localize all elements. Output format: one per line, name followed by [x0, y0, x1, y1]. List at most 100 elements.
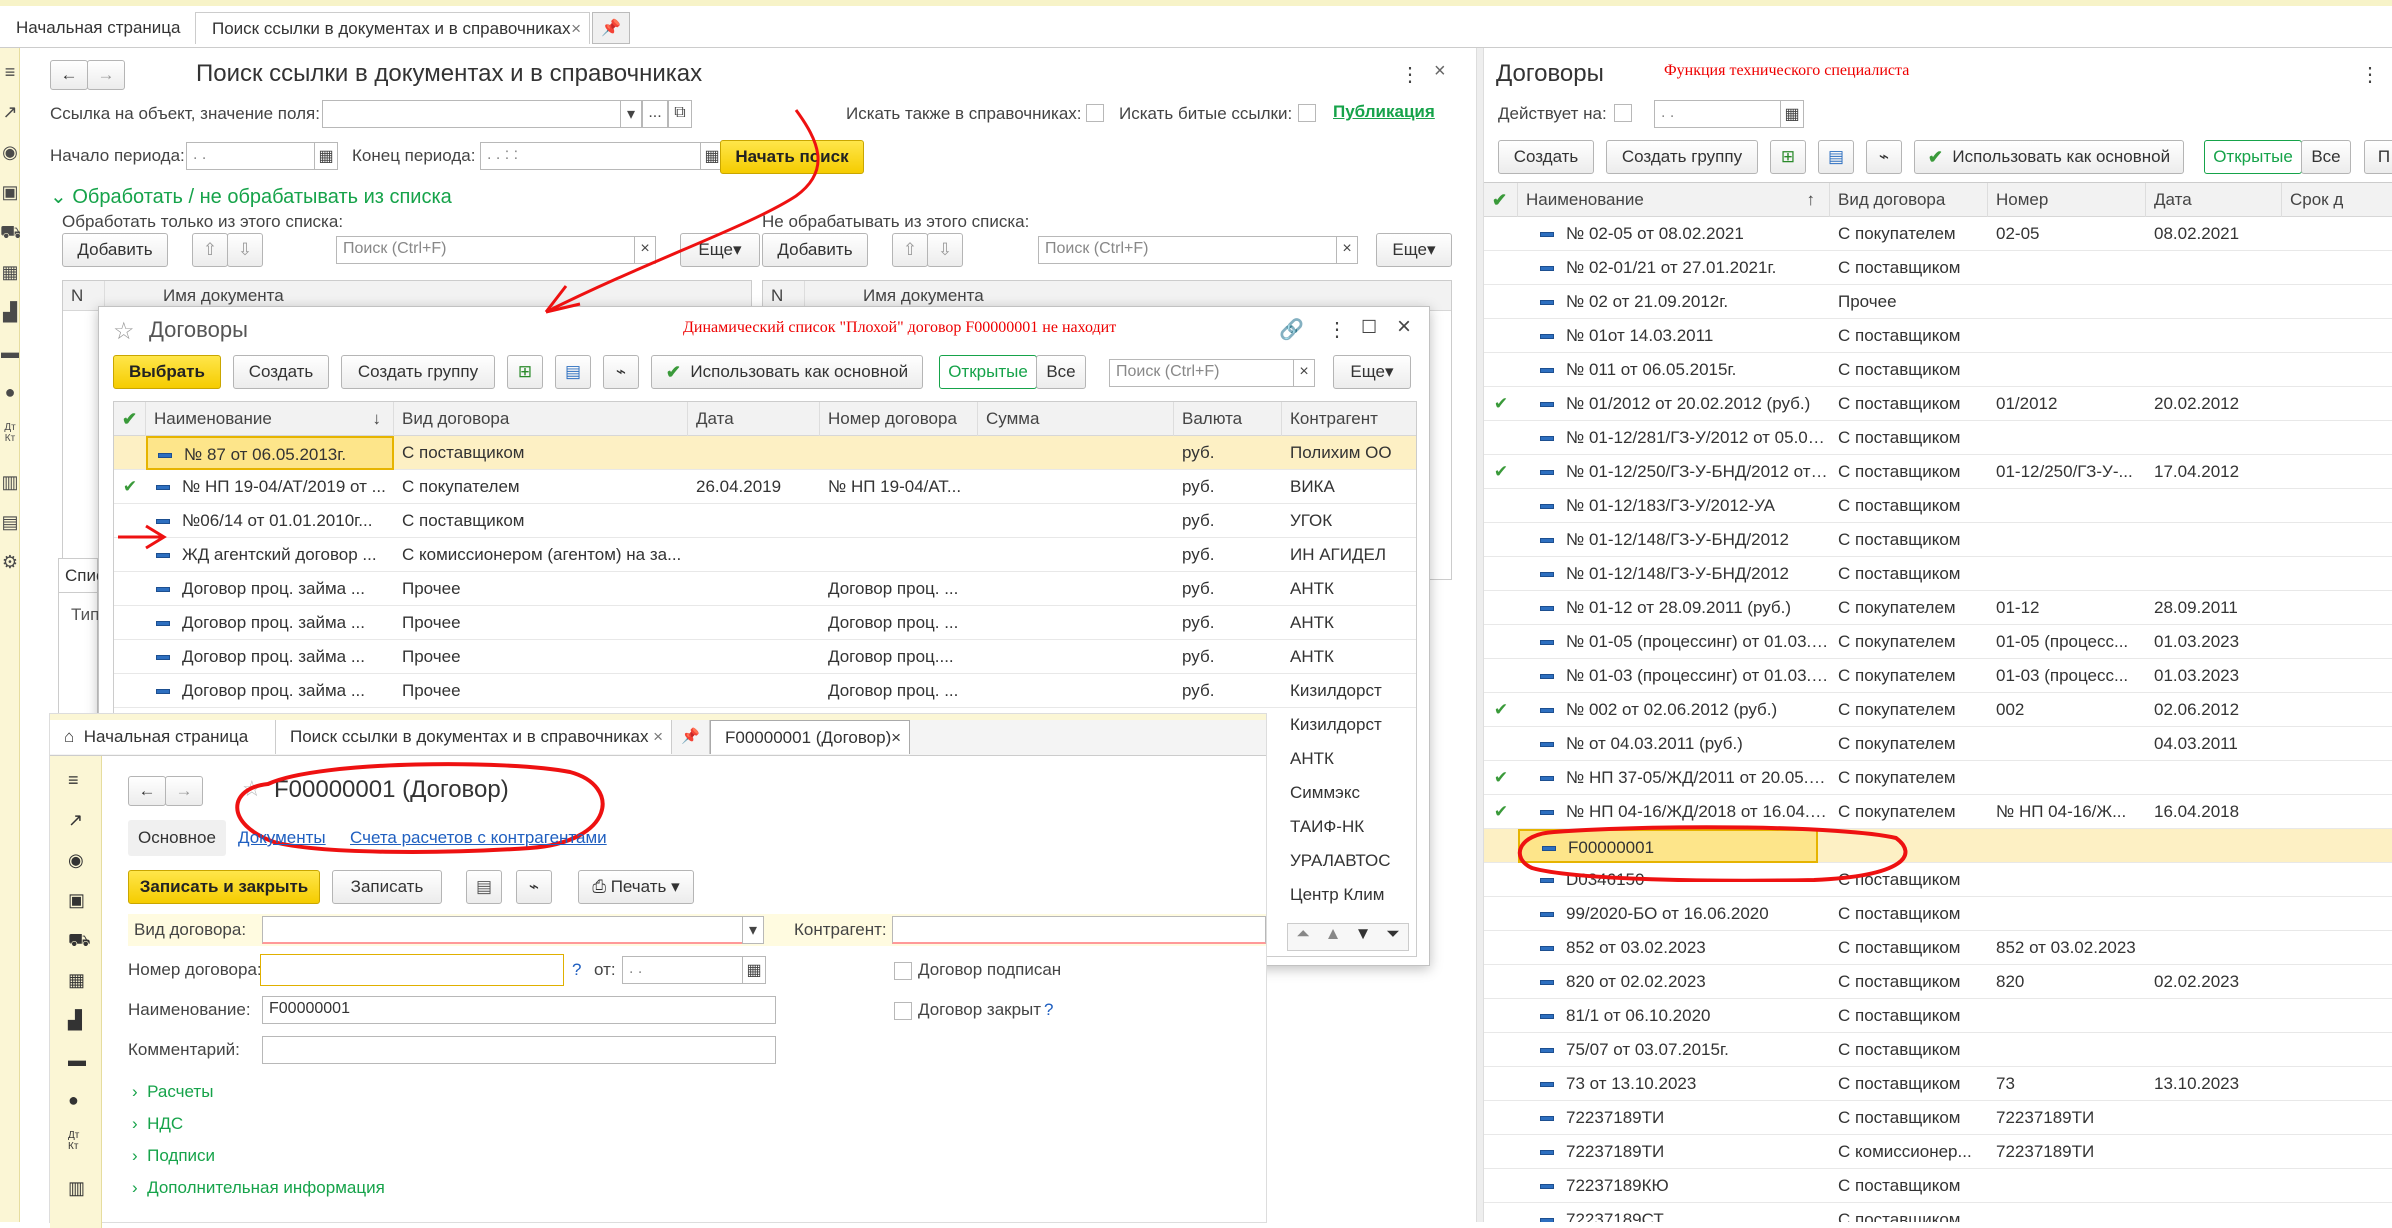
open-filter-button[interactable]: Открытые — [939, 355, 1037, 389]
list-icon[interactable]: ▤ — [555, 355, 591, 389]
close-icon[interactable]: × — [891, 721, 901, 755]
table-row[interactable]: 72237189ТИ С комиссионер... 72237189ТИ — [1484, 1135, 2392, 1169]
kind-select[interactable] — [262, 916, 762, 944]
more-icon[interactable]: ⋮ — [2360, 62, 2380, 87]
gear-icon[interactable]: ⚙ — [0, 552, 20, 573]
create-group-button[interactable]: Создать группу — [1606, 140, 1758, 174]
contract-tab-accounts[interactable]: Счета расчетов с контрагентами — [350, 828, 607, 848]
create-button[interactable]: Создать — [233, 355, 329, 389]
counterparty-field[interactable] — [892, 916, 1266, 944]
group-toggle[interactable]: ⌄ Обработать / не обрабатывать из списка — [50, 184, 452, 209]
more-button[interactable]: Еще ▾ — [1376, 233, 1452, 267]
col-kind[interactable]: Вид договора — [394, 402, 688, 436]
dt-kt-icon[interactable]: Дт Кт — [0, 422, 20, 444]
comment-field[interactable] — [262, 1036, 776, 1064]
table-row[interactable]: ЖД агентский договор ... С комиссионером … — [114, 538, 1416, 572]
create-button[interactable]: Создать — [1498, 140, 1594, 174]
scroll-top-icon[interactable]: ⏶ — [1288, 924, 1318, 950]
open-filter-button[interactable]: Открытые — [2204, 140, 2302, 174]
group-signatures[interactable]: › Подписи — [132, 1146, 215, 1166]
coin-icon[interactable]: ◉ — [68, 850, 84, 871]
book-icon[interactable]: ▤ — [0, 512, 20, 533]
person-icon[interactable]: ● — [0, 382, 20, 403]
scroll-down-icon[interactable]: ▼ — [1348, 924, 1378, 950]
close-icon[interactable]: × — [1397, 313, 1411, 341]
truck-icon[interactable]: ▬ — [0, 342, 20, 363]
add-button[interactable]: Добавить — [62, 233, 168, 267]
tab-home[interactable]: Начальная страница — [0, 12, 196, 44]
trend-icon[interactable]: ↗ — [0, 102, 20, 123]
clear-icon[interactable]: × — [1293, 359, 1315, 387]
table-row[interactable]: 72237189ТИ С поставщиком 72237189ТИ — [1484, 1101, 2392, 1135]
coin-icon[interactable]: ◉ — [0, 142, 20, 163]
scroll-up-icon[interactable]: ▲ — [1318, 924, 1348, 950]
factory-icon[interactable]: ▟ — [68, 1010, 82, 1031]
group-extra[interactable]: › Дополнительная информация — [132, 1178, 385, 1198]
forward-button[interactable]: → — [165, 776, 203, 806]
tab-home[interactable]: ⌂ Начальная страница — [50, 720, 276, 754]
menu-icon[interactable]: ≡ — [68, 770, 79, 791]
bag-icon[interactable]: ▣ — [68, 890, 85, 911]
more-icon[interactable]: ⋮ — [1327, 317, 1347, 342]
col-term[interactable]: Срок д — [2282, 183, 2392, 217]
attach-icon[interactable]: ⌁ — [516, 870, 552, 904]
table-row[interactable]: 73 от 13.10.2023 С поставщиком 73 13.10.202… — [1484, 1067, 2392, 1101]
col-check[interactable]: ✔ — [114, 402, 146, 436]
table-row[interactable]: Договор проц. займа ... Прочее Договор пр… — [114, 640, 1416, 674]
table-row[interactable]: № 02 от 21.09.2012г. Прочее — [1484, 285, 2392, 319]
clear-icon[interactable]: × — [1336, 236, 1358, 264]
col-sum[interactable]: Сумма — [978, 402, 1174, 436]
copy-icon[interactable]: ⊞ — [1770, 140, 1806, 174]
table-row[interactable]: № 87 от 06.05.2013г. С поставщиком руб. Пол… — [114, 436, 1416, 470]
number-field[interactable] — [260, 954, 564, 986]
name-field[interactable]: F00000001 — [262, 996, 776, 1024]
col-counterparty[interactable]: Контрагент — [1282, 402, 1416, 436]
table-row[interactable]: ✔ № НП 37-05/ЖД/2011 от 20.05.20... С поку… — [1484, 761, 2392, 795]
contract-tab-documents[interactable]: Документы — [238, 828, 326, 848]
table-row[interactable]: № 02-05 от 08.02.2021 С покупателем 02-05 0… — [1484, 217, 2392, 251]
col-number[interactable]: Номер договора — [820, 402, 978, 436]
more-icon[interactable]: ⋮ — [1400, 62, 1420, 87]
pin-tab[interactable]: 📌 — [672, 720, 710, 754]
col-name[interactable]: Наименование ↓ — [146, 402, 394, 436]
chart-icon[interactable]: ▥ — [68, 1178, 85, 1199]
table-row[interactable]: 81/1 от 06.10.2020 С поставщиком — [1484, 999, 2392, 1033]
table-row[interactable]: № 01-12/183/ГЗ-У/2012-УА С поставщиком — [1484, 489, 2392, 523]
table-row[interactable]: 820 от 02.02.2023 С поставщиком 820 02.02.2… — [1484, 965, 2392, 999]
print-button[interactable]: ⎙ Печать ▾ — [578, 870, 694, 904]
trend-icon[interactable]: ↗ — [68, 810, 83, 831]
calendar-icon[interactable]: ▦ — [314, 142, 338, 170]
table-row[interactable]: № 01-12/148/ГЗ-У-БНД/2012 С поставщиком — [1484, 557, 2392, 591]
table-row[interactable]: № от 04.03.2011 (руб.) С покупателем 04.03… — [1484, 727, 2392, 761]
all-filter-button[interactable]: Все — [1036, 355, 1086, 389]
create-group-button[interactable]: Создать группу — [341, 355, 495, 389]
pane-splitter[interactable] — [1476, 48, 1484, 1222]
table-row[interactable]: 72237189СТ С поставщиком — [1484, 1203, 2392, 1222]
more-button[interactable]: Еще ▾ — [1333, 355, 1411, 389]
list-icon[interactable]: ▤ — [1818, 140, 1854, 174]
use-main-button[interactable]: ✔ Использовать как основной — [1914, 140, 2184, 174]
table-row[interactable]: № 01-05 (процессинг) от 01.03.2023 С поку… — [1484, 625, 2392, 659]
col-kind[interactable]: Вид договора — [1830, 183, 1988, 217]
select-button[interactable]: Выбрать — [113, 355, 221, 389]
search-input[interactable]: Поиск (Ctrl+F) — [1109, 359, 1295, 387]
closed-help[interactable]: ? — [1044, 1000, 1053, 1020]
cart-icon[interactable]: ⛟ — [0, 222, 23, 246]
table-row[interactable]: № 01-12/281/ГЗ-У/2012 от 05.06.2... С пос… — [1484, 421, 2392, 455]
group-settlements[interactable]: › Расчеты — [132, 1082, 213, 1102]
attach-icon[interactable]: ⌁ — [603, 355, 639, 389]
back-button[interactable]: ← — [128, 776, 166, 806]
grid-icon[interactable]: ▦ — [68, 970, 85, 991]
table-row[interactable]: № 01от 14.03.2011 С поставщиком — [1484, 319, 2392, 353]
save-button[interactable]: Записать — [332, 870, 442, 904]
all-filter-button[interactable]: Все — [2301, 140, 2351, 174]
col-date[interactable]: Дата — [688, 402, 820, 436]
search-input[interactable]: Поиск (Ctrl+F) — [1038, 236, 1338, 264]
use-main-button[interactable]: ✔ Использовать как основной — [651, 355, 923, 389]
signed-checkbox[interactable] — [894, 962, 912, 980]
table-row[interactable]: ✔ № НП 19-04/АТ/2019 от ... С покупателем 2… — [114, 470, 1416, 504]
table-row[interactable]: №06/14 от 01.01.2010г... С поставщиком руб… — [114, 504, 1416, 538]
number-help[interactable]: ? — [572, 960, 581, 980]
active-on-checkbox[interactable] — [1614, 104, 1632, 122]
bag-icon[interactable]: ▣ — [0, 182, 20, 203]
